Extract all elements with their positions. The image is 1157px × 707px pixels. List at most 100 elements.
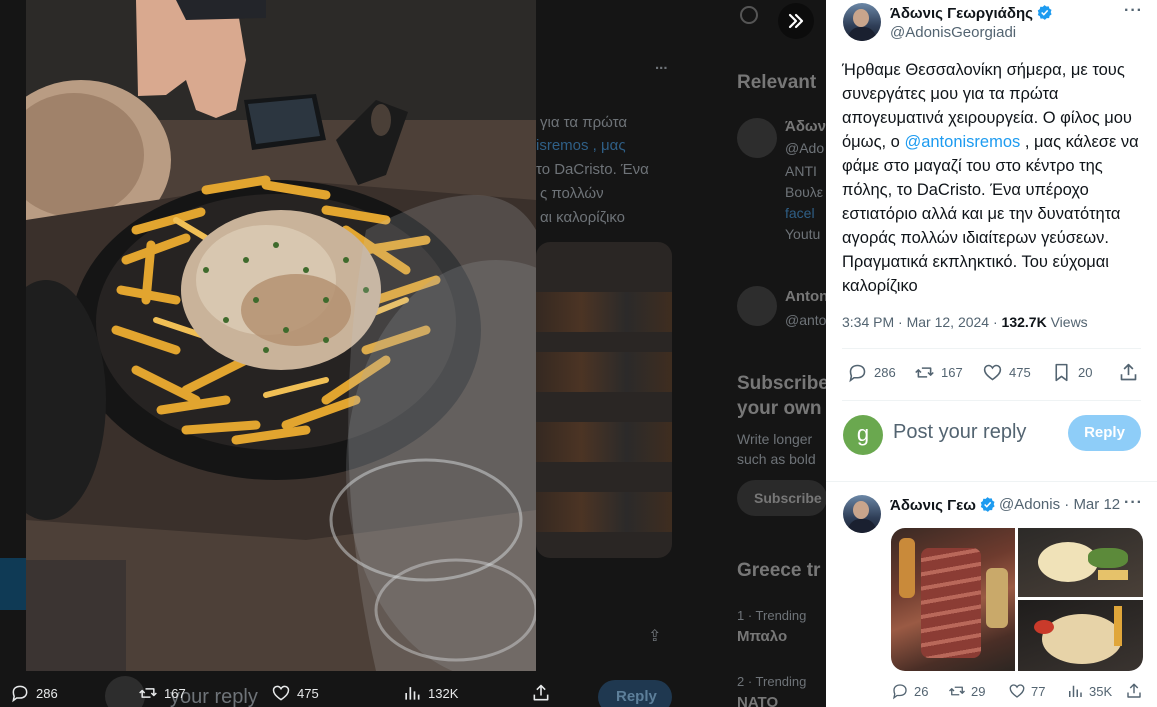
author-handle[interactable]: @AdonisGeorgiadi [890,24,1016,41]
background-author-handle: @Ado [785,140,825,156]
reply-avatar[interactable] [843,495,881,533]
more-dots-icon[interactable]: ··· [1124,2,1143,20]
tweet-time[interactable]: 3:34 PM [842,314,894,330]
bar-chart-icon [405,687,420,700]
avatar[interactable] [843,3,881,41]
tweet-detail-panel: Άδωνις Γεωργιάδης @AdonisGeorgiadi ··· Ή… [826,0,1157,707]
like-button[interactable]: 475 [982,362,1031,383]
mention-link[interactable]: @antonisremos [904,133,1020,151]
background-tweet-line: το DaCristo. Ένα [536,161,649,178]
background-bio-line: Βουλε [785,184,824,200]
reply-tweet-actions: 26 29 77 35K [826,682,1157,704]
trends-heading: Greece tr [737,560,821,581]
like-count: 77 [1031,683,1046,699]
subscribe-heading-1: Subscribe [737,373,826,394]
heart-icon [272,685,290,701]
reply-media-grid[interactable] [891,528,1143,671]
repost-count: 29 [971,683,986,699]
repost-icon [139,688,157,698]
background-tweet-line: isremos , μας [536,137,626,154]
user-avatar[interactable]: g [843,415,883,455]
search-icon [740,6,758,24]
more-dots-icon[interactable]: ··· [1124,494,1143,512]
repost-icon [949,686,965,696]
reply-repost-button[interactable]: 29 [948,682,985,700]
heart-icon [1009,684,1025,698]
reply-submit-button[interactable]: Reply [1068,415,1141,451]
photo-reply-button[interactable]: 286 [10,683,58,703]
comment-icon [892,684,907,700]
background-bio-line: ΑΝΤΙ [785,163,817,179]
reply-author-name[interactable]: Άδωνις Γεω [890,496,996,514]
view-count: 132K [428,685,459,701]
reply-composer: g Post your reply Reply [826,405,1157,469]
expand-panel-button[interactable] [778,3,814,39]
divider [842,348,1141,349]
background-author-name: Anton [785,288,826,305]
fries-photo-illustration [26,0,536,671]
background-tweet-line: για τα πρώτα [540,114,627,131]
repost-button[interactable]: 167 [914,362,963,383]
media-photo[interactable] [891,528,1015,671]
subscribe-description: Write longer [737,431,813,447]
subscribe-button[interactable]: Subscribe [737,480,826,516]
author-name[interactable]: Άδωνις Γεωργιάδης [890,4,1053,22]
reply-count: 286 [36,685,58,701]
media-photo[interactable] [1018,528,1143,597]
tweet-actions: 286 167 475 20 [826,360,1157,388]
like-count: 475 [297,685,319,701]
reply-date[interactable]: Mar 12 [1073,496,1120,513]
tweet-photo[interactable] [26,0,536,671]
photo-action-bar: 286 167 475 132K [0,677,826,707]
tweet-meta: 3:34 PM · Mar 12, 2024 · 132.7K Views [842,314,1088,330]
bookmark-button[interactable]: 20 [1051,362,1092,383]
reply-author-handle: @Adonis · Mar 12 [999,496,1121,513]
subscribe-description: such as bold [737,451,816,467]
photo-like-button[interactable]: 475 [271,683,319,703]
reply-share-button[interactable] [1125,682,1143,700]
share-icon [1120,363,1137,381]
background-share-icon: ⇪ [648,628,662,645]
double-chevron-right-icon [788,13,804,29]
tweet-text: Ήρθαμε Θεσσαλονίκη σήμερα, με τους συνερ… [842,61,1139,295]
background-avatar [737,286,777,326]
reply-reply-button[interactable]: 26 [891,682,928,700]
trend-meta: 1 · Trending [737,608,807,623]
reply-like-button[interactable]: 77 [1008,682,1045,700]
photo-views-button[interactable]: 132K [402,683,458,703]
share-button[interactable] [1118,362,1139,383]
views-label: Views [1050,314,1088,330]
background-more-icon: ... [655,56,668,73]
background-tweet-line: αι καλορίζικο [540,209,625,226]
reply-input[interactable]: Post your reply [893,421,1026,444]
like-count: 475 [1009,365,1031,380]
view-count: 35K [1089,683,1113,699]
background-accent-block [0,558,26,610]
divider [826,481,1157,482]
reply-views-button[interactable]: 35K [1066,682,1112,700]
share-icon [1127,683,1141,698]
reply-count: 286 [874,365,896,380]
comment-icon [12,685,28,703]
comment-icon [849,364,866,383]
tweet-photo-viewer: Relevant ... Άδων @Ado ΑΝΤΙ Βουλε facel … [0,0,1157,707]
verified-badge-icon [980,497,995,512]
background-author-name: Άδων [785,118,826,135]
background-bio-line: Youtu [785,226,821,242]
bookmark-count: 20 [1078,365,1093,380]
heart-icon [983,364,1002,381]
background-tweet-media [536,242,672,558]
background-avatar [737,118,777,158]
trend-name: Μπαλο [737,628,788,645]
reply-button[interactable]: 286 [847,362,896,383]
photo-repost-button[interactable]: 167 [138,683,186,703]
relevant-people-heading: Relevant [737,72,817,93]
bar-chart-icon [1069,685,1082,697]
tweet-date[interactable]: Mar 12, 2024 [907,314,990,330]
divider [842,400,1141,401]
photo-share-button[interactable] [531,683,551,703]
media-photo[interactable] [1018,600,1143,671]
verified-badge-icon [1037,5,1052,20]
share-icon [533,684,549,701]
views-count: 132.7K [1001,314,1047,330]
